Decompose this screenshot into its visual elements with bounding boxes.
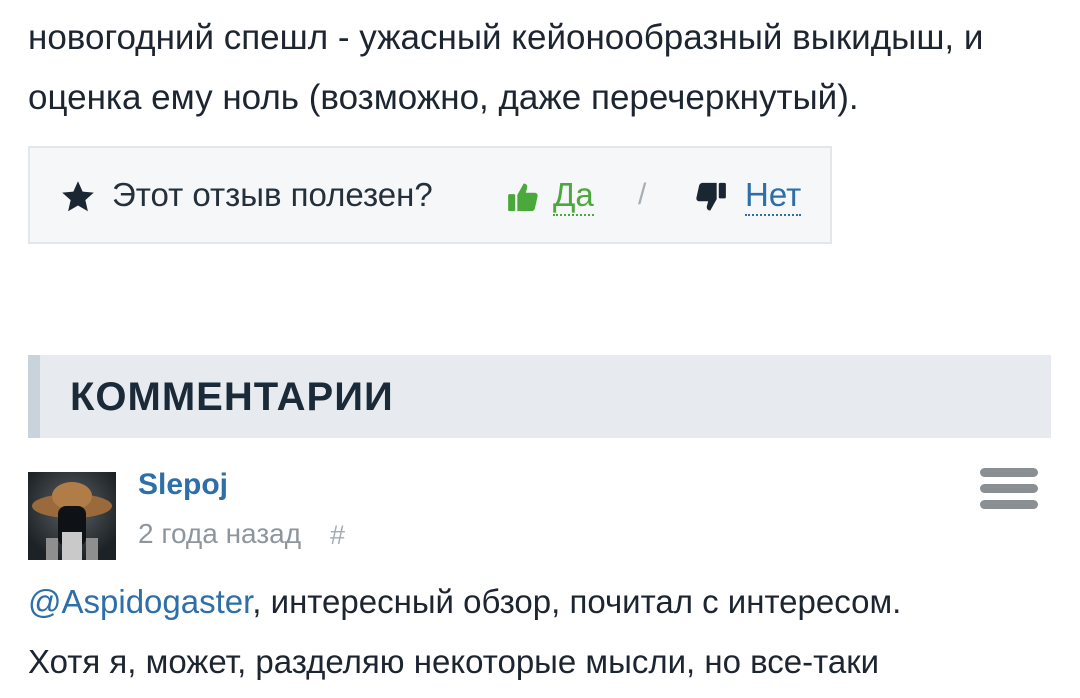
- comment-mention-link[interactable]: @Aspidogaster: [28, 583, 252, 620]
- thumbs-up-icon[interactable]: [506, 180, 540, 214]
- comment-line: @Aspidogaster, интересный обзор, почитал…: [28, 572, 1058, 632]
- comment-permalink[interactable]: #: [330, 520, 345, 551]
- comment-body: @Aspidogaster, интересный обзор, почитал…: [28, 572, 1058, 692]
- comment-menu-button[interactable]: [980, 468, 1038, 516]
- review-text-line: новогодний спешл - ужасный кейонообразны…: [28, 18, 984, 57]
- review-text: новогодний спешл - ужасный кейонообразны…: [28, 8, 1058, 128]
- comment-text: , интересный обзор, почитал с интересом.: [252, 583, 902, 620]
- menu-bar: [980, 484, 1038, 493]
- avatar[interactable]: [28, 472, 116, 560]
- review-text-line: оценка ему ноль (возможно, даже перечерк…: [28, 78, 859, 117]
- avatar-image: [28, 472, 116, 560]
- comments-section-header: КОММЕНТАРИИ: [28, 355, 1051, 438]
- vote-no-link[interactable]: Нет: [745, 176, 802, 216]
- comment-timestamp[interactable]: 2 года назад: [138, 518, 301, 550]
- review-usefulness-box: Этот отзыв полезен? Да / Нет: [28, 146, 832, 244]
- star-icon: [62, 181, 94, 212]
- vote-yes-link[interactable]: Да: [553, 176, 594, 216]
- menu-bar: [980, 500, 1038, 509]
- comment-line: Хотя я, может, разделяю некоторые мысли,…: [28, 643, 880, 680]
- vote-separator: /: [638, 178, 647, 211]
- menu-bar: [980, 468, 1038, 477]
- comment-author-link[interactable]: Slepoj: [138, 468, 228, 502]
- comments-title: КОММЕНТАРИИ: [70, 375, 394, 419]
- usefulness-question: Этот отзыв полезен?: [112, 176, 433, 213]
- thumbs-down-icon[interactable]: [694, 180, 728, 214]
